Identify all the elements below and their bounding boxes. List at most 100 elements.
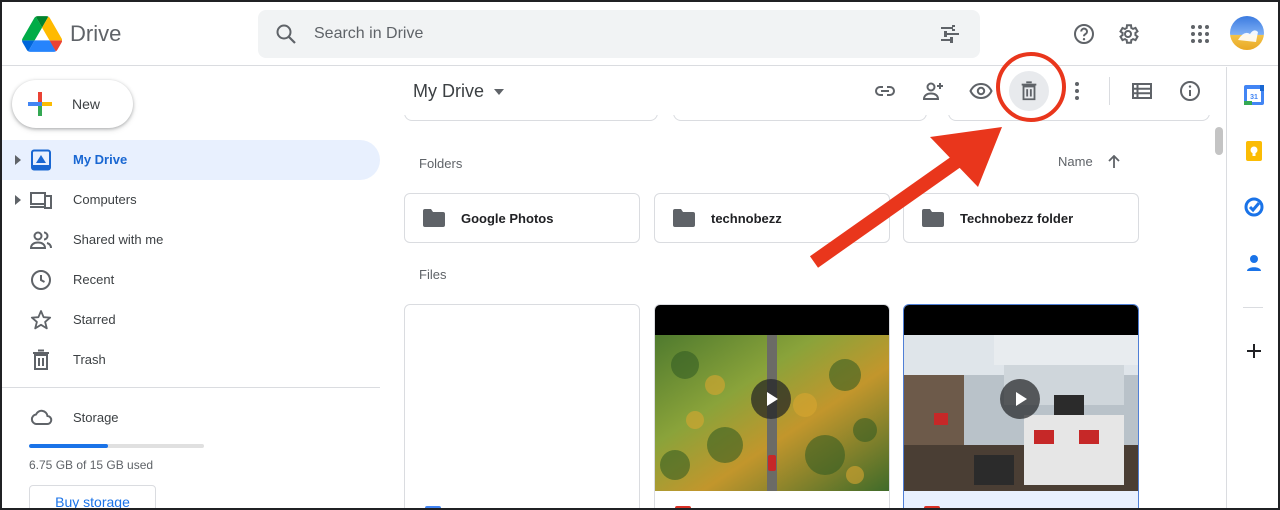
my-drive-icon xyxy=(31,149,51,171)
sidebar-item-label: My Drive xyxy=(73,152,128,167)
calendar-icon: 31 xyxy=(1244,85,1264,105)
breadcrumb-current: My Drive xyxy=(413,81,484,101)
sidebar-item-recent[interactable]: Recent xyxy=(2,260,380,300)
tasks-icon xyxy=(1244,197,1264,217)
files-section-label: Files xyxy=(419,267,447,282)
scrollbar-thumb[interactable] xyxy=(1215,127,1223,155)
share-button[interactable] xyxy=(917,75,949,107)
gear-icon xyxy=(1119,24,1139,44)
sidebar-item-starred[interactable]: Starred xyxy=(2,300,380,340)
apps-button[interactable] xyxy=(1184,18,1216,50)
side-panel: 31 xyxy=(1226,67,1278,508)
sidebar-item-label: Recent xyxy=(73,272,115,287)
details-button[interactable] xyxy=(1174,75,1206,107)
expand-caret-icon[interactable] xyxy=(13,194,23,206)
get-add-ons-button[interactable] xyxy=(1240,337,1268,365)
storage-progress-bar xyxy=(29,444,204,448)
list-layout-button[interactable] xyxy=(1126,75,1158,107)
folder-name: Google Photos xyxy=(461,211,554,226)
sidebar-item-label: Computers xyxy=(73,192,137,207)
plus-color-icon xyxy=(28,92,52,116)
plus-icon xyxy=(1247,344,1261,358)
folder-icon xyxy=(423,209,445,227)
doc-icon xyxy=(425,506,441,508)
search-icon[interactable] xyxy=(274,22,298,46)
sidebar: New My Drive Computers Shared with me Re… xyxy=(2,67,392,508)
annotation-arrow-icon xyxy=(809,127,1002,268)
help-button[interactable] xyxy=(1068,18,1100,50)
search-bar[interactable] xyxy=(258,10,980,58)
settings-button[interactable] xyxy=(1112,18,1144,50)
search-options-icon[interactable] xyxy=(938,22,962,46)
folder-icon xyxy=(673,209,695,227)
play-button[interactable] xyxy=(1000,379,1040,419)
expand-caret-icon[interactable] xyxy=(13,154,23,166)
folder-item[interactable]: Google Photos xyxy=(404,193,640,243)
folders-section-label: Folders xyxy=(419,156,463,171)
drive-logo-icon[interactable] xyxy=(22,16,62,52)
scrollbar[interactable] xyxy=(1212,115,1226,508)
cloud-icon xyxy=(30,409,53,425)
help-icon xyxy=(1074,24,1094,44)
more-actions-button[interactable] xyxy=(1061,75,1093,107)
buy-storage-button[interactable]: Buy storage xyxy=(29,485,156,508)
app-title[interactable]: Drive xyxy=(70,21,121,47)
sidebar-item-computers[interactable]: Computers xyxy=(2,180,380,220)
sidebar-item-trash[interactable]: Trash xyxy=(2,340,380,380)
sidebar-item-storage[interactable]: Storage xyxy=(2,397,380,437)
contacts-icon xyxy=(1247,255,1261,271)
tasks-button[interactable] xyxy=(1240,193,1268,221)
keep-button[interactable] xyxy=(1240,137,1268,165)
shared-icon xyxy=(29,231,52,249)
info-icon xyxy=(1180,81,1200,101)
search-input[interactable] xyxy=(314,10,914,58)
toolbar-divider xyxy=(1109,77,1110,105)
folder-name: technobezz xyxy=(711,211,782,226)
link-icon xyxy=(875,86,895,96)
side-panel-divider xyxy=(1243,307,1263,308)
sidebar-item-shared-with-me[interactable]: Shared with me xyxy=(2,220,380,260)
sort-label: Name xyxy=(1058,154,1093,169)
more-vert-icon xyxy=(1075,82,1079,100)
calendar-button[interactable]: 31 xyxy=(1240,81,1268,109)
computers-icon xyxy=(30,192,52,209)
sort-control[interactable]: Name xyxy=(1058,154,1121,169)
file-footer xyxy=(904,491,1138,508)
get-link-button[interactable] xyxy=(869,75,901,107)
trash-icon xyxy=(33,349,49,370)
avatar-image-icon xyxy=(1238,30,1258,42)
top-header: Drive xyxy=(2,2,1278,66)
sidebar-item-label: Shared with me xyxy=(73,232,164,247)
list-view-icon xyxy=(1132,83,1152,99)
suggested-card[interactable] xyxy=(404,115,658,121)
play-button[interactable] xyxy=(751,379,791,419)
arrow-up-icon xyxy=(1108,154,1120,168)
sidebar-item-label: Starred xyxy=(73,312,116,327)
storage-progress-fill xyxy=(29,444,108,448)
sidebar-item-my-drive[interactable]: My Drive xyxy=(2,140,380,180)
storage-used-text: 6.75 GB of 15 GB used xyxy=(29,458,154,472)
storage-label: Storage xyxy=(73,410,119,425)
video-file-icon xyxy=(675,506,691,508)
preview-button[interactable] xyxy=(965,75,997,107)
sidebar-item-label: Trash xyxy=(73,352,106,367)
star-icon xyxy=(30,310,52,330)
file-item[interactable] xyxy=(654,304,890,508)
video-file-icon xyxy=(924,506,940,508)
file-item[interactable] xyxy=(903,304,1139,508)
apps-grid-icon xyxy=(1191,25,1209,43)
contacts-button[interactable] xyxy=(1240,249,1268,277)
file-footer xyxy=(405,491,639,508)
keep-icon xyxy=(1246,141,1262,161)
add-person-icon xyxy=(922,82,943,100)
app-window: Drive Search in Drive New My Drive Compu… xyxy=(0,0,1280,510)
svg-text:31: 31 xyxy=(1250,94,1258,101)
account-avatar[interactable] xyxy=(1230,16,1264,50)
sidebar-divider xyxy=(2,387,380,388)
file-footer xyxy=(655,491,889,508)
file-item[interactable] xyxy=(404,304,640,508)
new-button[interactable]: New xyxy=(12,80,133,128)
new-button-label: New xyxy=(72,96,101,112)
video-thumbnail xyxy=(655,305,889,491)
breadcrumb[interactable]: My Drive xyxy=(413,81,504,102)
